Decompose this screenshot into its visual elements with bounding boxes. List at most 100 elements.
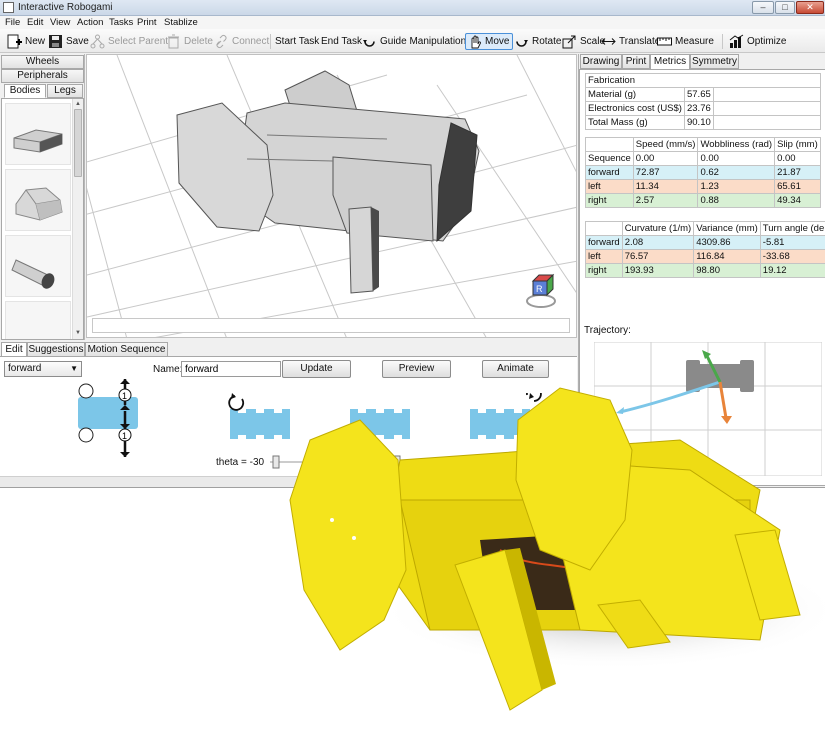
ruler-icon [657,34,672,49]
menu-tasks[interactable]: Tasks [109,17,133,28]
slider-thumb[interactable] [272,455,280,469]
title-bar: Interactive Robogami – □ ✕ [0,0,825,16]
library-scrollbar[interactable]: ▲ ▼ [72,99,83,339]
select-parent-button[interactable]: Select Parent [90,33,168,50]
table-row[interactable]: right 193.93 98.80 19.12 [585,263,825,278]
toolbar: New Save Select Parent Delete Connect St… [0,29,825,53]
menu-edit[interactable]: Edit [27,17,43,28]
gait-name-input[interactable] [181,361,281,377]
tab-wheels[interactable]: Wheels [1,55,84,69]
tab-legs[interactable]: Legs [47,84,83,98]
body-thumbnail-wedge[interactable] [5,169,71,231]
menu-file[interactable]: File [5,17,20,28]
scale-icon [562,34,577,49]
trash-icon [166,34,181,49]
hand-pointer-icon [467,34,482,49]
minimize-button[interactable]: – [752,1,774,14]
delete-button[interactable]: Delete [166,33,213,50]
horizontal-arrows-icon [601,34,616,49]
name-label: Name: [153,364,183,375]
toolbar-separator [722,34,723,49]
tab-motion-sequence[interactable]: Motion Sequence [85,342,168,357]
gait-select[interactable]: forward ▼ [4,361,82,377]
table-row[interactable]: left 76.57 116.84 -33.68 [585,249,825,264]
scale-button[interactable]: Scale [562,33,605,50]
table-row[interactable]: left 11.34 1.23 65.61 [585,179,821,194]
scroll-down-icon[interactable]: ▼ [74,329,82,337]
tab-metrics[interactable]: Metrics [650,54,690,70]
end-task-button[interactable]: End Task [321,33,362,50]
theta-value: -30 [249,457,265,468]
leg-config-diagram[interactable]: 1 1 [72,379,152,459]
leg-marker-top: 1 [122,391,127,401]
guide-manipulation-button[interactable]: Guide Manipulation [362,33,466,50]
close-button[interactable]: ✕ [796,1,824,14]
circular-arrow-icon [362,34,377,49]
table-row[interactable]: forward 72.87 0.62 21.87 [585,165,821,180]
body-thumbnail-box[interactable] [5,103,71,165]
component-library: Wheels Peripherals Bodies Legs ▲ ▼ [0,54,85,340]
table-row[interactable]: Sequence 0.00 0.00 0.00 [585,151,821,166]
viewport-status-bar [92,318,570,333]
menu-bar: File Edit View Action Tasks Print Stabli… [0,16,825,29]
table-header-row: Speed (mm/s) Wobbliness (rad) Slip (mm) [585,137,821,152]
rotate-button[interactable]: Rotate [514,33,561,50]
y-axis-arrowhead [702,350,711,359]
scroll-up-icon[interactable]: ▲ [74,100,82,108]
tab-print[interactable]: Print [622,54,650,69]
start-task-button[interactable]: Start Task [275,33,319,50]
new-button[interactable]: New [7,33,45,50]
new-file-icon [7,34,22,49]
update-button[interactable]: Update [282,360,351,378]
view-cube[interactable]: R [526,273,556,308]
translate-button[interactable]: Translate [601,33,660,50]
optimize-button[interactable]: Optimize [729,33,786,50]
body-thumbnail-cylinder[interactable] [5,235,71,297]
bodies-list: ▲ ▼ [1,98,84,340]
scene-canvas[interactable]: R [87,55,577,338]
rotate-icon [514,34,529,49]
menu-view[interactable]: View [50,17,70,28]
table-row: Electronics cost (US$) 23.76 [585,101,822,116]
table-header-row: Curvature (1/m) Variance (mm) Turn angle (… [585,221,825,236]
body-thumbnail-partial[interactable] [5,301,71,339]
dropdown-caret-icon: ▼ [70,364,78,373]
save-button[interactable]: Save [48,33,89,50]
link-icon [214,34,229,49]
app-icon [3,2,14,13]
fabrication-table: Fabrication Material (g) 57.65 Electronic… [585,73,822,130]
animate-button[interactable]: Animate [482,360,549,378]
view-cube-label: R [536,284,543,294]
scrollbar-thumb[interactable] [74,109,82,177]
table-row[interactable]: right 2.57 0.88 49.34 [585,193,821,208]
toolbar-separator [270,34,271,49]
tab-suggestions[interactable]: Suggestions [27,342,85,357]
preview-button[interactable]: Preview [382,360,451,378]
leg-marker-bottom: 1 [122,431,127,441]
menu-print[interactable]: Print [137,17,157,28]
robot-photo [289,387,825,711]
bar-chart-icon [729,34,744,49]
table-row: Material (g) 57.65 [585,87,822,102]
menu-stablize[interactable]: Stablize [164,17,198,28]
tree-icon [90,34,105,49]
connect-button[interactable]: Connect [214,33,269,50]
robot-model[interactable] [176,70,480,294]
theta-label: theta = -30 [216,457,265,468]
tab-drawing[interactable]: Drawing [580,54,622,69]
move-button[interactable]: Move [465,33,514,50]
fabrication-header: Fabrication [585,73,821,88]
turning-metrics-table: Curvature (1/m) Variance (mm) Turn angle (… [585,221,825,278]
tab-edit[interactable]: Edit [1,342,27,357]
motion-metrics-table: Speed (mm/s) Wobbliness (rad) Slip (mm) Se… [585,137,821,208]
window-title: Interactive Robogami [18,2,113,13]
maximize-button[interactable]: □ [775,1,795,14]
table-row[interactable]: forward 2.08 4309.86 -5.81 [585,235,825,250]
3d-viewport[interactable]: R [86,54,577,338]
measure-button[interactable]: Measure [657,33,714,50]
menu-action[interactable]: Action [77,17,103,28]
floppy-disk-icon [48,34,63,49]
tab-peripherals[interactable]: Peripherals [1,69,84,83]
tab-symmetry[interactable]: Symmetry [690,54,739,69]
tab-bodies[interactable]: Bodies [4,84,46,98]
